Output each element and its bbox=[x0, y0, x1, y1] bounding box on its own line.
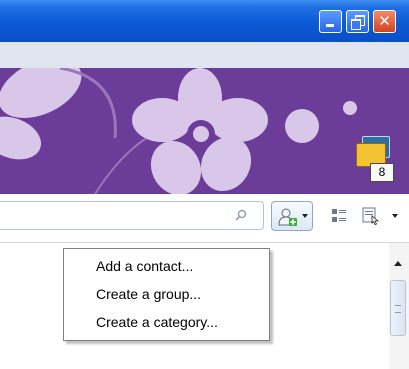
minimize-button[interactable] bbox=[319, 10, 342, 33]
search-icon[interactable] bbox=[235, 209, 247, 221]
grip-icon bbox=[395, 305, 401, 313]
close-icon: ✕ bbox=[378, 12, 391, 30]
search-input[interactable] bbox=[0, 201, 264, 230]
close-button[interactable]: ✕ bbox=[373, 10, 396, 33]
menu-strip bbox=[0, 42, 409, 69]
minimize-icon bbox=[326, 24, 334, 27]
layout-icon[interactable] bbox=[362, 207, 380, 225]
contact-list-icon[interactable] bbox=[332, 209, 346, 223]
notification-count-badge: 8 bbox=[370, 163, 394, 182]
chevron-down-icon bbox=[302, 214, 308, 218]
maximize-button[interactable] bbox=[346, 10, 369, 33]
profile-banner bbox=[0, 68, 409, 194]
scroll-thumb[interactable] bbox=[390, 280, 406, 336]
menu-item-create-category[interactable]: Create a category... bbox=[96, 311, 218, 333]
add-contact-icon bbox=[278, 208, 297, 226]
flower-pattern bbox=[0, 68, 357, 194]
menu-item-add-contact[interactable]: Add a contact... bbox=[96, 255, 193, 277]
add-contact-button[interactable] bbox=[271, 201, 313, 231]
title-bar: ✕ bbox=[0, 0, 409, 42]
menu-item-create-group[interactable]: Create a group... bbox=[96, 283, 201, 305]
scroll-up-arrow-icon[interactable] bbox=[394, 261, 402, 266]
chevron-down-icon[interactable] bbox=[392, 214, 398, 218]
add-contact-menu: Add a contact... Create a group... Creat… bbox=[63, 248, 270, 341]
search-toolbar bbox=[0, 194, 409, 243]
vertical-scrollbar[interactable] bbox=[389, 243, 409, 369]
notification-cards-icon[interactable]: 8 bbox=[354, 136, 394, 182]
